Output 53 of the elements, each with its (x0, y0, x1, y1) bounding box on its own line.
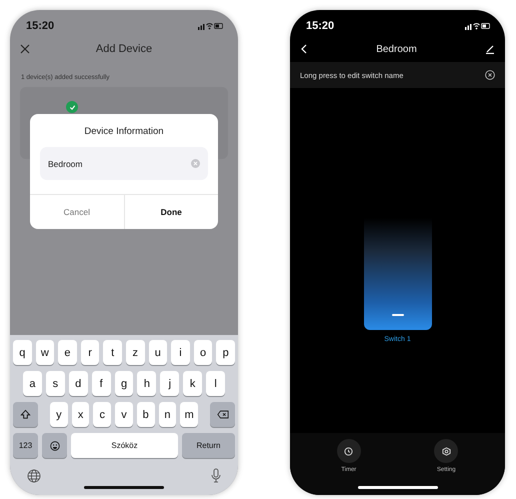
numbers-key[interactable]: 123 (13, 433, 38, 458)
back-icon[interactable] (300, 44, 308, 54)
keyboard-key[interactable]: x (72, 402, 90, 427)
keyboard-key[interactable]: d (68, 371, 88, 396)
clock-icon (344, 446, 354, 456)
name-input-field[interactable]: Bedroom (40, 147, 208, 180)
status-icons (198, 22, 224, 30)
keyboard-key[interactable]: r (80, 340, 100, 365)
status-icons (465, 22, 491, 30)
keyboard-key[interactable]: h (137, 371, 156, 396)
keyboard-key[interactable]: p (216, 340, 235, 365)
keyboard-key[interactable]: l (206, 371, 226, 396)
backspace-icon (216, 410, 229, 419)
keyboard-key[interactable]: q (13, 340, 32, 365)
smiley-icon (50, 440, 60, 450)
keyboard-key[interactable]: n (158, 402, 176, 427)
status-time: 15:20 (306, 20, 334, 32)
pencil-icon[interactable] (484, 44, 495, 54)
keyboard-key[interactable]: b (136, 402, 155, 427)
close-icon[interactable] (20, 44, 30, 54)
keyboard-key[interactable]: w (36, 340, 54, 365)
keyboard-key[interactable]: i (171, 340, 190, 365)
keyboard-key[interactable]: a (23, 371, 42, 396)
keyboard-key[interactable]: j (160, 371, 180, 396)
globe-icon[interactable] (27, 468, 41, 482)
shift-key[interactable] (13, 402, 38, 427)
keyboard-key[interactable]: o (194, 340, 212, 365)
keyboard-key[interactable]: m (180, 402, 198, 427)
keyboard-key[interactable]: y (50, 402, 68, 427)
microphone-icon[interactable] (211, 468, 221, 483)
keyboard-key[interactable]: v (115, 402, 133, 427)
shift-icon (20, 409, 31, 420)
return-key[interactable]: Return (182, 433, 235, 458)
screen-title: Bedroom (376, 44, 417, 54)
emoji-key[interactable] (42, 433, 67, 458)
keyboard-key[interactable]: s (46, 371, 65, 396)
dialog-title: Device Information (84, 126, 164, 137)
keyboard-key[interactable]: t (103, 340, 122, 365)
keyboard-key[interactable]: f (92, 371, 111, 396)
switch-control[interactable] (364, 218, 432, 330)
cancel-button[interactable]: Cancel (30, 195, 124, 229)
keyboard-key[interactable]: z (126, 340, 145, 365)
keyboard-key[interactable]: c (93, 402, 112, 427)
keyboard-key[interactable]: k (183, 371, 202, 396)
status-time: 15:20 (26, 20, 54, 32)
done-button[interactable]: Done (124, 195, 218, 229)
backspace-key[interactable] (210, 402, 236, 427)
keyboard-key[interactable]: u (148, 340, 168, 365)
keyboard-key[interactable]: g (114, 371, 134, 396)
settings-icon (442, 446, 451, 456)
space-key[interactable]: Szóköz (71, 433, 178, 458)
screen-title: Add Device (96, 43, 152, 55)
keyboard-key[interactable]: e (58, 340, 77, 365)
